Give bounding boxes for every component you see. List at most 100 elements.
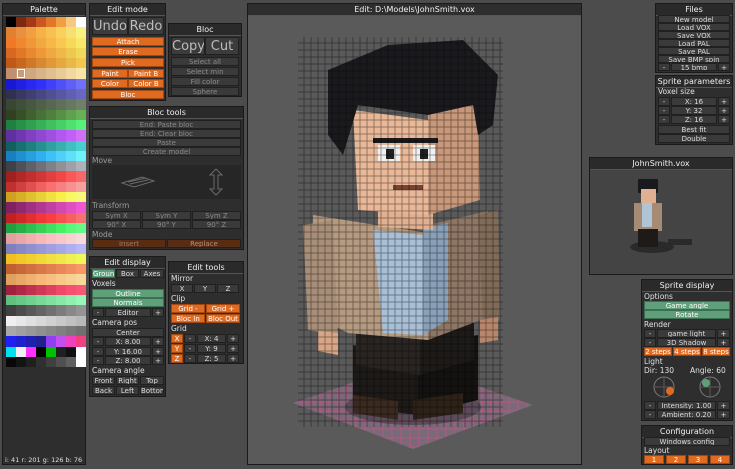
palette-swatch[interactable]: [36, 109, 46, 120]
move-widget[interactable]: [92, 165, 241, 199]
palette-swatch[interactable]: [26, 78, 36, 90]
palette-swatch[interactable]: [36, 356, 46, 368]
palette-swatch[interactable]: [36, 140, 46, 151]
palette-swatch[interactable]: [76, 295, 86, 306]
ground-toggle[interactable]: Ground: [92, 269, 115, 278]
palette-swatch[interactable]: [6, 356, 16, 368]
palette-swatch[interactable]: [36, 78, 46, 90]
palette-swatch[interactable]: [6, 202, 16, 213]
palette-swatch[interactable]: [16, 99, 26, 110]
palette-swatch[interactable]: [56, 222, 66, 234]
palette-swatch[interactable]: [36, 253, 46, 265]
sphere-button[interactable]: Sphere: [171, 87, 239, 96]
palette-swatch[interactable]: [66, 264, 76, 275]
palette-swatch[interactable]: [26, 274, 36, 285]
palette-swatch[interactable]: [56, 315, 66, 326]
ambient-plus-button[interactable]: +: [717, 410, 730, 419]
palette-swatch[interactable]: [56, 253, 66, 265]
palette-swatch[interactable]: [46, 37, 56, 48]
palette-swatch[interactable]: [36, 274, 46, 285]
select-min-button[interactable]: Select min: [171, 67, 239, 76]
intensity-plus-button[interactable]: +: [717, 401, 730, 410]
palette-swatch[interactable]: [66, 233, 76, 244]
palette-swatch[interactable]: [6, 109, 16, 120]
save-bmp-spin-button[interactable]: Save BMP spin: [658, 55, 730, 63]
palette-swatch[interactable]: [16, 17, 26, 28]
palette-swatch[interactable]: [56, 305, 66, 316]
cam-x-plus-button[interactable]: +: [152, 337, 164, 346]
palette-swatch[interactable]: [6, 17, 16, 28]
palette-swatch[interactable]: [46, 315, 56, 326]
palette-swatch[interactable]: [36, 17, 46, 28]
palette-swatch[interactable]: [56, 233, 66, 244]
load-pal-button[interactable]: Load PAL: [658, 39, 730, 47]
game-angle-toggle[interactable]: Game angle: [644, 301, 730, 310]
new-model-button[interactable]: New model: [658, 15, 730, 23]
palette-swatch[interactable]: [76, 99, 86, 110]
palette-swatch[interactable]: [26, 161, 36, 172]
grid-y-axis[interactable]: Y: [171, 344, 183, 353]
palette-swatch[interactable]: [26, 17, 36, 28]
palette-swatch[interactable]: [56, 336, 66, 347]
grid-z-plus-button[interactable]: +: [227, 354, 239, 363]
palette-swatch[interactable]: [46, 78, 56, 90]
palette-swatch[interactable]: [16, 68, 26, 79]
palette-swatch[interactable]: [56, 171, 66, 182]
palette-swatch[interactable]: [6, 325, 16, 337]
palette-swatch[interactable]: [46, 17, 56, 28]
palette-swatch[interactable]: [16, 284, 26, 296]
axes-toggle[interactable]: Axes: [140, 269, 164, 278]
game-light-plus-button[interactable]: +: [717, 329, 730, 338]
palette-swatch[interactable]: [46, 346, 56, 357]
palette-swatch[interactable]: [36, 325, 46, 337]
palette-swatch[interactable]: [16, 140, 26, 151]
palette-swatch[interactable]: [16, 253, 26, 265]
rotate-toggle[interactable]: Rotate: [644, 310, 730, 319]
palette-swatch[interactable]: [66, 27, 76, 38]
palette-swatch[interactable]: [76, 68, 86, 79]
palette-swatch[interactable]: [46, 305, 56, 316]
color-button[interactable]: Color: [92, 79, 128, 88]
palette-swatch[interactable]: [6, 171, 16, 182]
steps-2-button[interactable]: 2 steps: [644, 347, 672, 356]
palette-swatch[interactable]: [26, 89, 36, 100]
palette-swatch[interactable]: [26, 150, 36, 162]
palette-swatch[interactable]: [46, 222, 56, 234]
palette-swatch[interactable]: [56, 119, 66, 131]
palette-swatch[interactable]: [16, 274, 26, 285]
palette-swatch[interactable]: [66, 202, 76, 213]
light-dials[interactable]: [642, 375, 734, 401]
palette-swatch[interactable]: [76, 27, 86, 38]
palette-swatch[interactable]: [26, 202, 36, 213]
bmp-plus-button[interactable]: +: [718, 63, 730, 71]
palette-swatch[interactable]: [76, 274, 86, 285]
palette-swatch[interactable]: [46, 233, 56, 244]
palette-swatch[interactable]: [26, 212, 36, 223]
palette-swatch[interactable]: [26, 336, 36, 347]
fill-color-button[interactable]: Fill color: [171, 77, 239, 86]
palette-swatch[interactable]: [6, 284, 16, 296]
palette-swatch[interactable]: [66, 150, 76, 162]
grid-plus-button[interactable]: Grid +: [206, 304, 240, 313]
palette-swatch[interactable]: [36, 119, 46, 131]
undo-button[interactable]: Undo: [92, 17, 128, 35]
box-toggle[interactable]: Box: [116, 269, 139, 278]
palette-swatch[interactable]: [66, 119, 76, 131]
palette-swatch[interactable]: [36, 171, 46, 182]
palette-swatch[interactable]: [46, 336, 56, 347]
palette-swatch[interactable]: [26, 37, 36, 48]
palette-swatch[interactable]: [76, 37, 86, 48]
palette-swatch[interactable]: [56, 37, 66, 48]
palette-swatch[interactable]: [16, 109, 26, 120]
palette-swatch[interactable]: [46, 181, 56, 193]
cam-x-minus-button[interactable]: -: [92, 337, 104, 346]
palette-swatch[interactable]: [46, 274, 56, 285]
palette-swatch[interactable]: [66, 78, 76, 90]
palette-swatch[interactable]: [36, 150, 46, 162]
palette-swatch[interactable]: [46, 140, 56, 151]
palette-swatch[interactable]: [46, 192, 56, 203]
palette-swatch[interactable]: [16, 243, 26, 254]
palette-swatch[interactable]: [56, 47, 66, 59]
palette-swatch[interactable]: [6, 192, 16, 203]
palette-swatch[interactable]: [66, 47, 76, 59]
